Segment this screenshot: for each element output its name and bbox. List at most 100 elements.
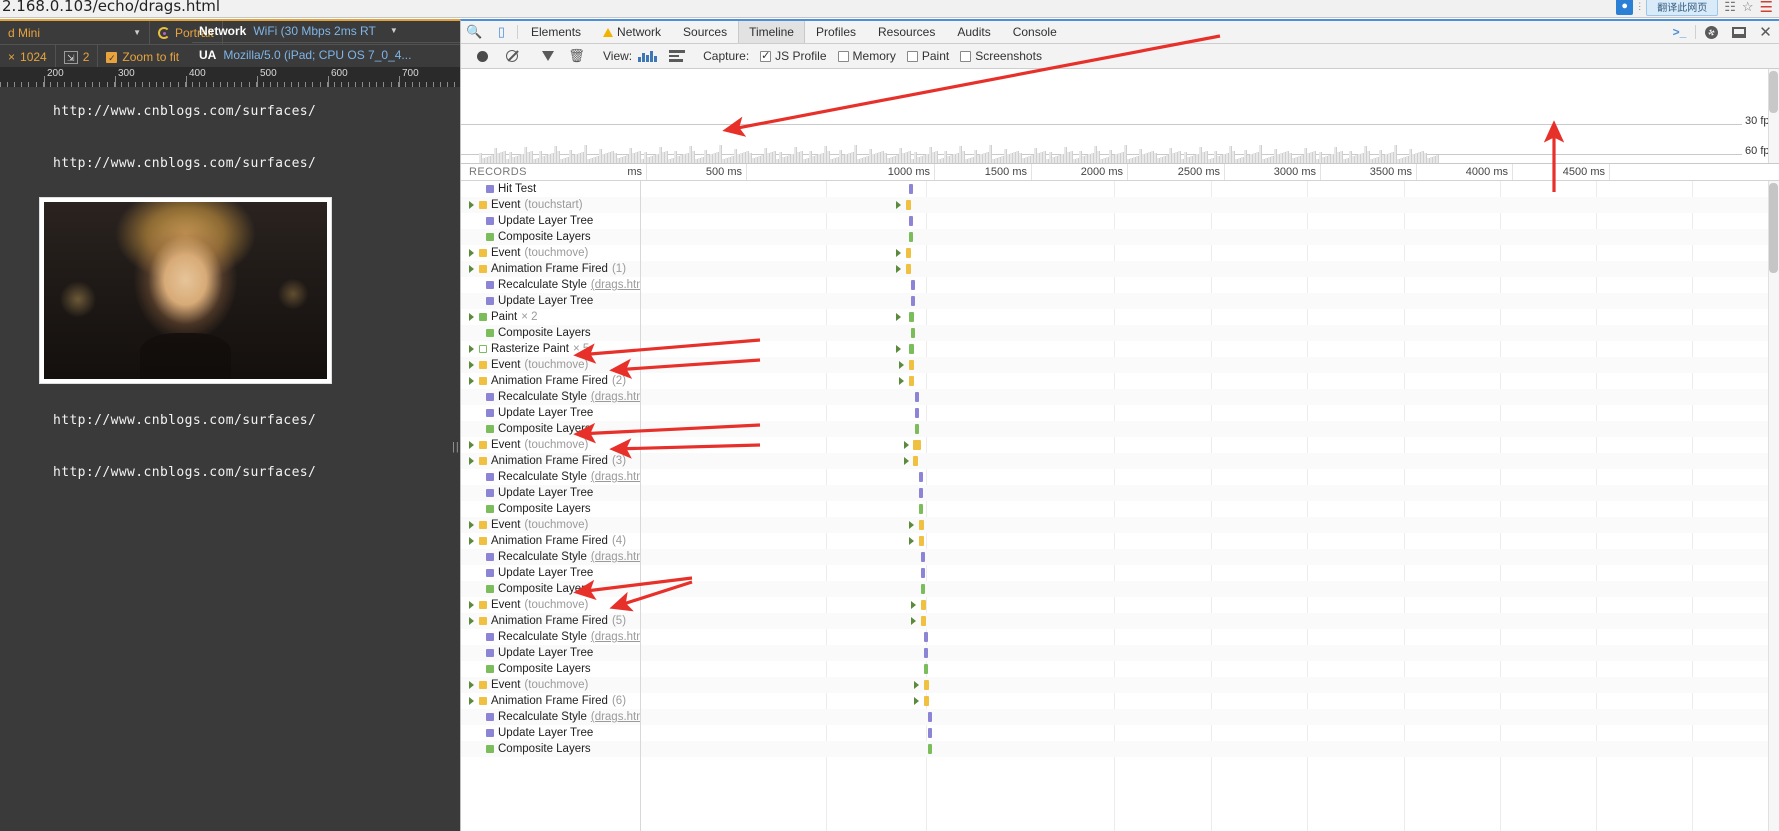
track-expand-triangle-icon[interactable]	[909, 521, 914, 529]
track-row[interactable]	[641, 245, 1779, 261]
record-row[interactable]: Composite Layers	[461, 661, 640, 677]
tab-elements[interactable]: Elements	[520, 21, 592, 43]
expand-triangle-icon[interactable]	[469, 265, 474, 273]
record-source-link[interactable]: (drags.html:...	[591, 711, 640, 723]
record-row[interactable]: Hit Test	[461, 181, 640, 197]
capture-option-js-profile[interactable]: JS Profile	[760, 49, 827, 63]
track-bar[interactable]	[915, 408, 919, 418]
track-row[interactable]	[641, 533, 1779, 549]
record-row[interactable]: Animation Frame Fired (6)	[461, 693, 640, 709]
record-row[interactable]: Recalculate Style (drags.html:...	[461, 709, 640, 725]
record-row[interactable]: Update Layer Tree	[461, 645, 640, 661]
track-bar[interactable]	[909, 184, 913, 194]
record-source-link[interactable]: (drags.html:...	[591, 391, 640, 403]
record-row[interactable]: Event (touchmove)	[461, 677, 640, 693]
overview-scrollbar[interactable]	[1768, 69, 1779, 163]
record-row[interactable]: Update Layer Tree	[461, 485, 640, 501]
page-link[interactable]: http://www.cnblogs.com/surfaces/	[53, 413, 316, 428]
track-bar[interactable]	[924, 632, 928, 642]
track-bar[interactable]	[924, 664, 928, 674]
track-row[interactable]	[641, 469, 1779, 485]
track-row[interactable]	[641, 485, 1779, 501]
track-expand-triangle-icon[interactable]	[899, 377, 904, 385]
record-source-link[interactable]: (drags.html:...	[591, 279, 640, 291]
record-row[interactable]: Recalculate Style (drags.html:...	[461, 277, 640, 293]
record-row[interactable]: Event (touchstart)	[461, 197, 640, 213]
expand-triangle-icon[interactable]	[469, 361, 474, 369]
viewport-height-value[interactable]: 1024	[20, 50, 47, 64]
tab-sources[interactable]: Sources	[672, 21, 738, 43]
expand-triangle-icon[interactable]	[469, 601, 474, 609]
track-bar[interactable]	[921, 600, 926, 610]
track-bar[interactable]	[919, 536, 924, 546]
track-bar[interactable]	[911, 280, 915, 290]
expand-triangle-icon[interactable]	[469, 537, 474, 545]
track-row[interactable]	[641, 629, 1779, 645]
record-row[interactable]: Animation Frame Fired (3)	[461, 453, 640, 469]
track-bar[interactable]	[919, 472, 923, 482]
record-source-link[interactable]: (drags.html:...	[591, 551, 640, 563]
record-row[interactable]: Event (touchmove)	[461, 357, 640, 373]
track-row[interactable]	[641, 693, 1779, 709]
record-row[interactable]: Recalculate Style (drags.html:...	[461, 549, 640, 565]
scrollbar-thumb[interactable]	[1769, 71, 1778, 113]
track-row[interactable]	[641, 405, 1779, 421]
track-row[interactable]	[641, 309, 1779, 325]
expand-triangle-icon[interactable]	[469, 377, 474, 385]
expand-triangle-icon[interactable]	[469, 249, 474, 257]
record-row[interactable]: Animation Frame Fired (4)	[461, 533, 640, 549]
track-row[interactable]	[641, 181, 1779, 197]
tab-audits[interactable]: Audits	[946, 21, 1001, 43]
track-expand-triangle-icon[interactable]	[909, 537, 914, 545]
translate-prompt[interactable]: ● ⋮ 翻译此网页	[1616, 0, 1719, 16]
track-expand-triangle-icon[interactable]	[904, 457, 909, 465]
record-source-link[interactable]: (drags.html:...	[591, 471, 640, 483]
emulated-page-viewport[interactable]: http://www.cnblogs.com/surfaces/ http://…	[0, 87, 460, 831]
flame-chart-icon[interactable]	[634, 50, 661, 62]
track-row[interactable]	[641, 661, 1779, 677]
track-bar[interactable]	[921, 584, 925, 594]
page-action-icon[interactable]: ☷	[1724, 0, 1736, 15]
record-row[interactable]: Event (touchmove)	[461, 597, 640, 613]
track-expand-triangle-icon[interactable]	[896, 313, 901, 321]
zoom-to-fit-toggle[interactable]: ✓ Zoom to fit	[98, 45, 187, 69]
track-bar[interactable]	[921, 568, 925, 578]
track-bar[interactable]	[906, 264, 911, 274]
scrollbar-thumb[interactable]	[1769, 183, 1778, 273]
record-row[interactable]: Composite Layers	[461, 501, 640, 517]
track-bar[interactable]	[915, 424, 919, 434]
record-button[interactable]	[469, 50, 496, 62]
capture-option-screenshots[interactable]: Screenshots	[960, 49, 1042, 63]
record-row[interactable]: Composite Layers	[461, 421, 640, 437]
track-bar[interactable]	[919, 520, 924, 530]
translate-menu-dots[interactable]: ⋮	[1635, 1, 1644, 12]
event-list-icon[interactable]	[663, 50, 690, 62]
track-row[interactable]	[641, 677, 1779, 693]
record-row[interactable]: Recalculate Style (drags.html:...	[461, 469, 640, 485]
track-bar[interactable]	[909, 344, 914, 354]
device-select[interactable]: d Mini ▼	[0, 21, 150, 44]
portrait-photo[interactable]	[39, 197, 332, 384]
track-row[interactable]	[641, 341, 1779, 357]
record-row[interactable]: Update Layer Tree	[461, 565, 640, 581]
page-link[interactable]: http://www.cnblogs.com/surfaces/	[53, 156, 316, 171]
page-link[interactable]: http://www.cnblogs.com/surfaces/	[53, 465, 316, 480]
translate-chip-label[interactable]: 翻译此网页	[1646, 0, 1719, 16]
checkbox[interactable]	[837, 50, 849, 62]
tracks-scrollbar[interactable]	[1768, 181, 1779, 831]
track-expand-triangle-icon[interactable]	[911, 617, 916, 625]
track-bar[interactable]	[906, 200, 911, 210]
track-row[interactable]	[641, 517, 1779, 533]
dpr-value[interactable]: 2	[83, 50, 90, 64]
track-bar[interactable]	[909, 216, 913, 226]
record-row[interactable]: Animation Frame Fired (2)	[461, 373, 640, 389]
close-icon[interactable]: ✕	[1752, 21, 1779, 43]
expand-triangle-icon[interactable]	[469, 441, 474, 449]
record-row[interactable]: Event (touchmove)	[461, 437, 640, 453]
timeline-overview[interactable]: 30 fps 60 fps	[461, 69, 1779, 164]
star-icon[interactable]: ☆	[1742, 0, 1754, 15]
track-row[interactable]	[641, 373, 1779, 389]
record-row[interactable]: Animation Frame Fired (5)	[461, 613, 640, 629]
track-row[interactable]	[641, 229, 1779, 245]
timeline-tracks[interactable]	[641, 181, 1779, 831]
